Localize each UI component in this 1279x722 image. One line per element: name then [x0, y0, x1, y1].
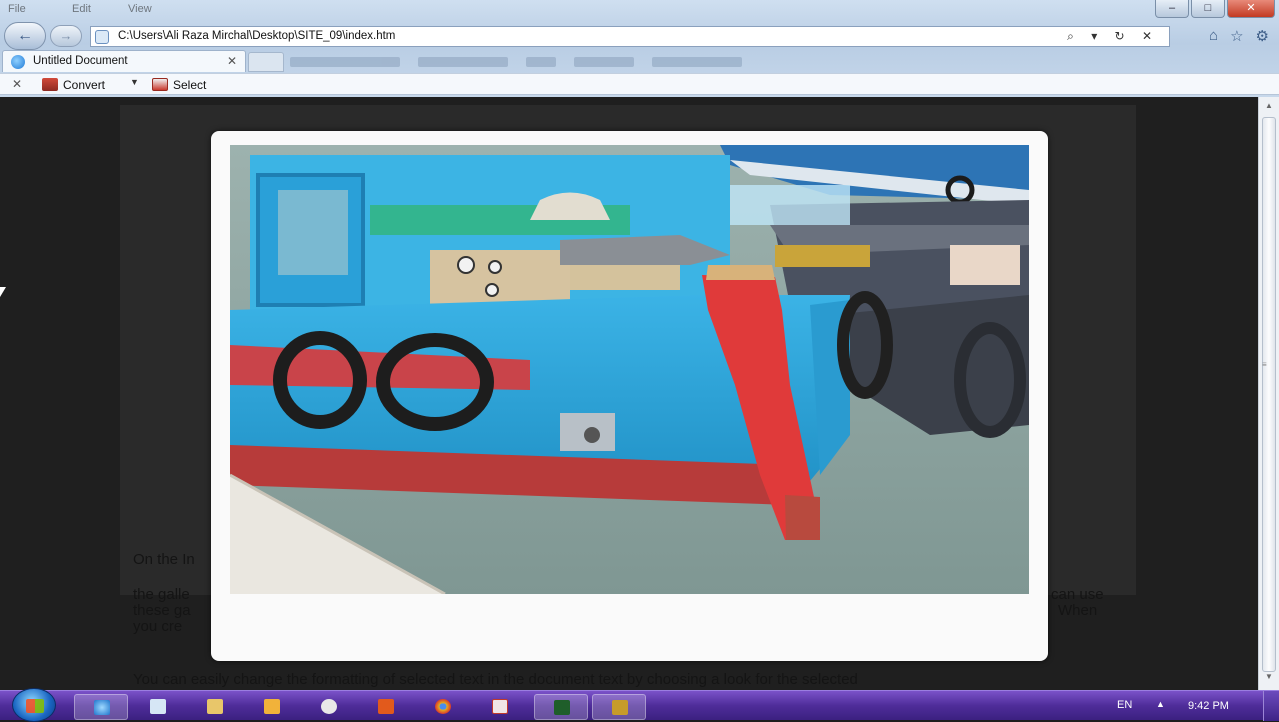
- paragraph-2-line-1-end: can use: [1051, 586, 1104, 603]
- taskbar-chrome[interactable]: [416, 694, 470, 720]
- taskbar-acrobat[interactable]: [473, 694, 527, 720]
- show-desktop-button[interactable]: [1263, 691, 1279, 721]
- convert-button[interactable]: Convert: [63, 78, 105, 92]
- language-indicator[interactable]: EN: [1117, 699, 1132, 711]
- convert-icon: [42, 78, 58, 91]
- browser-toolbar-icons: ⌂ ☆ ⚙: [1209, 27, 1269, 45]
- tab-close-button[interactable]: ✕: [227, 54, 237, 68]
- home-icon[interactable]: ⌂: [1209, 27, 1218, 45]
- paragraph-2-line-3: you cre: [133, 618, 183, 635]
- app-icon: [612, 700, 628, 715]
- pdf-icon: [492, 699, 508, 714]
- taskbar-media[interactable]: [245, 694, 299, 720]
- document-icon: [150, 699, 166, 714]
- clock[interactable]: 9:42 PM: [1188, 700, 1229, 712]
- select-icon: [152, 78, 168, 91]
- scroll-down-icon[interactable]: ▼: [1262, 672, 1276, 686]
- back-button[interactable]: ←: [4, 22, 46, 50]
- paragraph-2-line-2: these ga: [133, 602, 191, 619]
- windows-logo-icon: [26, 699, 44, 713]
- tab-title: Untitled Document: [33, 55, 128, 67]
- tab-untitled-document[interactable]: Untitled Document ✕: [2, 50, 246, 72]
- taskbar-app-5[interactable]: [302, 694, 356, 720]
- arrow-left-icon: ←: [17, 27, 33, 44]
- taskbar-app-6[interactable]: [359, 694, 413, 720]
- mouse-cursor-icon: [0, 287, 6, 297]
- close-window-button[interactable]: ✕: [1227, 0, 1275, 18]
- taskbar-app-2[interactable]: [131, 694, 185, 720]
- taskbar-camtasia[interactable]: [534, 694, 588, 720]
- lightbox-popup[interactable]: [211, 131, 1048, 661]
- convert-dropdown-arrow[interactable]: ▼: [130, 77, 139, 87]
- taskbar: EN ▲ 9:42 PM: [0, 688, 1279, 722]
- gear-icon[interactable]: ⚙: [1256, 27, 1269, 45]
- star-icon[interactable]: ☆: [1230, 27, 1243, 45]
- new-tab-button[interactable]: [248, 52, 284, 72]
- window-controls: – □ ✕: [1155, 0, 1275, 18]
- taskbar-ie[interactable]: [74, 694, 128, 720]
- gallery-photo[interactable]: [230, 145, 1029, 594]
- scrollbar-thumb[interactable]: [1262, 117, 1276, 672]
- tray-expand-icon[interactable]: ▲: [1156, 699, 1165, 709]
- ie-icon: [94, 700, 110, 715]
- folder-icon: [207, 699, 223, 714]
- maximize-button[interactable]: □: [1191, 0, 1225, 18]
- taskbar-explorer[interactable]: [188, 694, 242, 720]
- start-button[interactable]: [12, 688, 56, 722]
- forward-button[interactable]: →: [50, 25, 82, 47]
- scroll-up-icon[interactable]: ▲: [1262, 101, 1276, 115]
- paragraph-2-line-2-end: When: [1058, 602, 1098, 619]
- taskbar-app-10[interactable]: [592, 694, 646, 720]
- app-icon: [321, 699, 337, 714]
- address-bar[interactable]: C:\Users\Ali Raza Mirchal\Desktop\SITE_0…: [90, 26, 1170, 47]
- menu-view[interactable]: View: [128, 3, 152, 15]
- media-player-icon: [264, 699, 280, 714]
- menu-edit[interactable]: Edit: [72, 3, 91, 15]
- chrome-icon: [435, 699, 451, 714]
- favorites-bar: [290, 54, 1230, 68]
- boat-photo-image: [230, 145, 1029, 594]
- page-favicon-icon: [95, 30, 109, 44]
- scroll-grip-icon: ≡: [1262, 360, 1267, 369]
- recorder-icon: [554, 700, 570, 715]
- command-bar-close-button[interactable]: ✕: [12, 77, 22, 91]
- paragraph-2-line-1: the galle: [133, 586, 190, 603]
- address-url[interactable]: C:\Users\Ali Raza Mirchal\Desktop\SITE_0…: [118, 30, 395, 42]
- minimize-button[interactable]: –: [1155, 0, 1189, 18]
- app-icon: [378, 699, 394, 714]
- menu-bar: File Edit View: [0, 0, 1279, 20]
- menu-file[interactable]: File: [8, 3, 26, 15]
- ie-icon: [11, 55, 25, 69]
- address-tools[interactable]: ⌕ ▾ ↻ ✕: [1067, 29, 1159, 44]
- command-bar: ✕ Convert ▼ Select: [0, 73, 1279, 95]
- select-button[interactable]: Select: [173, 78, 206, 92]
- vertical-scrollbar[interactable]: ▲ ≡ ▼: [1258, 97, 1279, 690]
- arrow-right-icon: →: [59, 28, 73, 43]
- browser-chrome: File Edit View – □ ✕ ← → C:\Users\Ali Ra…: [0, 0, 1279, 97]
- paragraph-3: You can easily change the formatting of …: [133, 671, 858, 688]
